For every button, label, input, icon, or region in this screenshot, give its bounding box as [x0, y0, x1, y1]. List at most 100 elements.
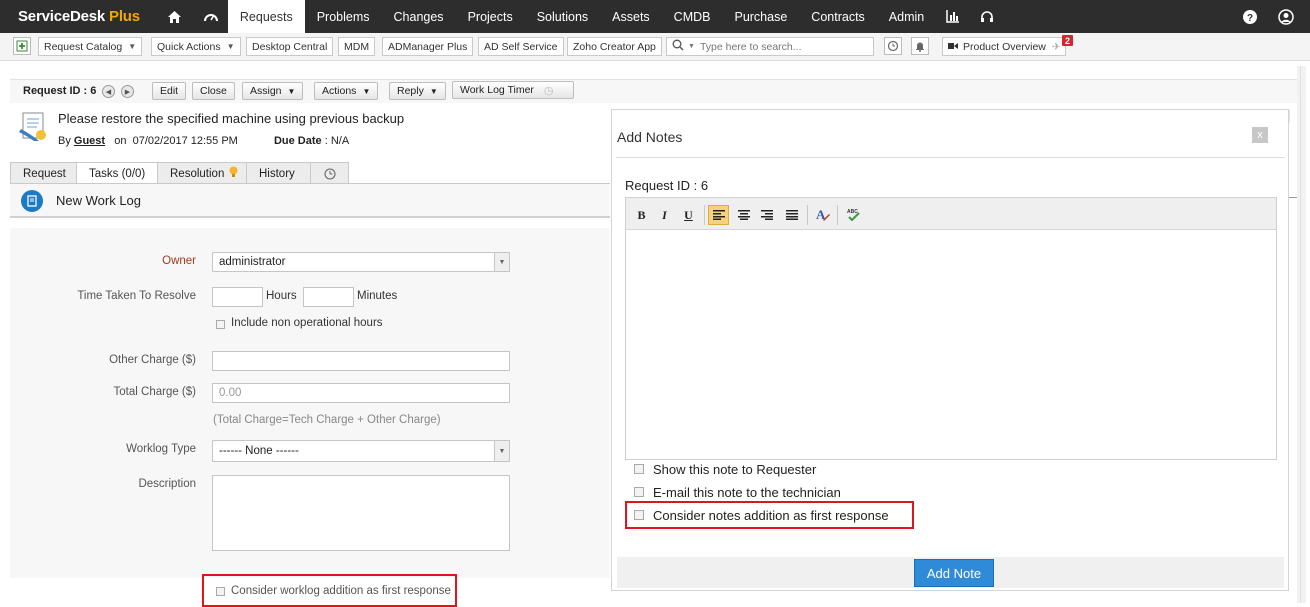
- assign-dropdown[interactable]: Assign ▼: [242, 82, 304, 100]
- ad-self-service-button[interactable]: AD Self Service: [478, 37, 564, 56]
- dialog-body: Request ID : 6 B I U A ABC Show this not…: [616, 157, 1285, 567]
- chevron-down-icon: ▼: [494, 441, 509, 461]
- reply-dropdown[interactable]: Reply ▼: [389, 82, 446, 100]
- minutes-input[interactable]: [303, 287, 354, 307]
- search-icon: [672, 39, 684, 54]
- add-notes-dialog: Add Notes x Request ID : 6 B I U A ABC S…: [611, 109, 1289, 591]
- other-charge-label: Other Charge ($): [109, 354, 196, 366]
- product-overview-button[interactable]: Product Overview ✈: [942, 37, 1066, 56]
- align-right-icon[interactable]: [756, 205, 777, 225]
- tab-request[interactable]: Request: [10, 162, 77, 184]
- bold-icon[interactable]: B: [631, 205, 652, 225]
- created-date: 07/02/2017 12:55 PM: [132, 135, 238, 147]
- tab-resolution[interactable]: Resolution: [157, 162, 247, 184]
- request-catalog-dropdown[interactable]: Request Catalog ▼: [38, 37, 143, 56]
- nav-changes[interactable]: Changes: [382, 0, 456, 33]
- user-profile-icon[interactable]: [1268, 0, 1304, 33]
- owner-select[interactable]: administrator ▼: [212, 252, 510, 272]
- dialog-request-id: Request ID : 6: [625, 178, 709, 193]
- desktop-central-button[interactable]: Desktop Central: [246, 37, 334, 56]
- request-subject: Please restore the specified machine usi…: [58, 111, 405, 126]
- close-button[interactable]: Close: [192, 82, 235, 100]
- quick-actions-dropdown[interactable]: Quick Actions ▼: [151, 37, 241, 56]
- hours-input[interactable]: [212, 287, 263, 307]
- owner-label: Owner: [162, 255, 196, 267]
- worklog-header: New Work Log: [10, 184, 610, 218]
- description-textarea[interactable]: [212, 475, 510, 551]
- spellcheck-icon[interactable]: ABC: [843, 205, 864, 225]
- notification-badge: 2: [1062, 35, 1073, 46]
- add-note-button[interactable]: Add Note: [914, 559, 994, 587]
- help-icon[interactable]: ?: [1232, 0, 1268, 33]
- nav-projects[interactable]: Projects: [456, 0, 525, 33]
- timer-icon: ◷: [543, 84, 554, 97]
- dialog-footer: Add Note: [617, 557, 1284, 588]
- tab-tasks[interactable]: Tasks (0/0): [76, 162, 158, 184]
- nav-admin[interactable]: Admin: [877, 0, 936, 33]
- show-requester-label: Show this note to Requester: [653, 462, 817, 477]
- show-requester-checkbox[interactable]: [634, 464, 644, 474]
- total-charge-input[interactable]: 0.00: [212, 383, 510, 403]
- worklog-title: New Work Log: [56, 193, 142, 208]
- edit-button[interactable]: Edit: [152, 82, 187, 100]
- zoho-creator-button[interactable]: Zoho Creator App: [567, 37, 662, 56]
- toolbar-separator: [807, 205, 808, 225]
- request-icon: [17, 110, 51, 147]
- rocket-icon: ✈: [1051, 40, 1061, 53]
- admanager-button[interactable]: ADManager Plus: [382, 37, 474, 56]
- text-color-icon[interactable]: A: [811, 205, 832, 225]
- page-scrollbar[interactable]: [1297, 66, 1306, 603]
- search-input[interactable]: ▼ Type here to search...: [666, 37, 874, 56]
- tab-history[interactable]: History: [246, 162, 311, 184]
- new-request-icon[interactable]: [13, 37, 31, 55]
- nav-cmdb[interactable]: CMDB: [662, 0, 723, 33]
- reminders-icon[interactable]: [884, 37, 902, 55]
- email-technician-label: E-mail this note to the technician: [653, 485, 841, 500]
- home-icon[interactable]: [156, 0, 194, 33]
- description-label: Description: [138, 478, 196, 490]
- note-editor[interactable]: B I U A ABC: [625, 197, 1277, 460]
- justify-icon[interactable]: [781, 205, 802, 225]
- request-byline: By Guest on 07/02/2017 12:55 PM Due Date…: [58, 135, 350, 147]
- nav-requests[interactable]: Requests: [227, 0, 305, 33]
- chevron-down-icon: ▼: [494, 253, 509, 271]
- total-charge-label: Total Charge ($): [113, 386, 196, 398]
- toolbar-separator: [837, 205, 838, 225]
- actions-dropdown[interactable]: Actions ▼: [314, 82, 379, 100]
- tab-time-icon[interactable]: [310, 162, 349, 184]
- secondary-toolbar: Request Catalog ▼ Quick Actions ▼ Desktop …: [0, 33, 1310, 61]
- italic-icon[interactable]: I: [654, 205, 675, 225]
- email-technician-checkbox[interactable]: [634, 487, 644, 497]
- dashboard-icon[interactable]: [194, 0, 228, 33]
- requester-link[interactable]: Guest: [74, 135, 105, 147]
- video-camera-icon: [948, 41, 958, 53]
- notes-first-response-checkbox[interactable]: [634, 510, 644, 520]
- worklog-type-select[interactable]: ------ None ------ ▼: [212, 440, 510, 462]
- worklog-type-label: Worklog Type: [126, 443, 196, 455]
- next-request-icon[interactable]: ▶: [121, 85, 134, 98]
- underline-icon[interactable]: U: [678, 205, 699, 225]
- reports-icon[interactable]: [936, 0, 970, 33]
- charge-hint: (Total Charge=Tech Charge + Other Charge…: [213, 414, 441, 426]
- non-operational-checkbox[interactable]: [216, 320, 225, 329]
- nav-contracts[interactable]: Contracts: [799, 0, 877, 33]
- app-logo[interactable]: ServiceDesk Plus: [0, 8, 156, 25]
- hours-label: Hours: [266, 290, 297, 302]
- nav-problems[interactable]: Problems: [305, 0, 382, 33]
- nav-assets[interactable]: Assets: [600, 0, 662, 33]
- worklog-timer-button[interactable]: Work Log Timer ◷: [452, 81, 574, 99]
- nav-purchase[interactable]: Purchase: [722, 0, 799, 33]
- previous-request-icon[interactable]: ◀: [102, 85, 115, 98]
- toolbar-separator: [704, 205, 705, 225]
- announcements-bell-icon[interactable]: [911, 37, 929, 55]
- align-center-icon[interactable]: [733, 205, 754, 225]
- nav-solutions[interactable]: Solutions: [525, 0, 600, 33]
- worklog-first-response-checkbox[interactable]: [216, 587, 225, 596]
- minutes-label: Minutes: [357, 290, 398, 302]
- scrollbar-track: [1300, 66, 1301, 603]
- close-icon[interactable]: x: [1252, 127, 1268, 143]
- mdm-button[interactable]: MDM: [338, 37, 376, 56]
- align-left-icon[interactable]: [708, 205, 729, 225]
- support-headset-icon[interactable]: [970, 0, 1004, 33]
- other-charge-input[interactable]: [212, 351, 510, 371]
